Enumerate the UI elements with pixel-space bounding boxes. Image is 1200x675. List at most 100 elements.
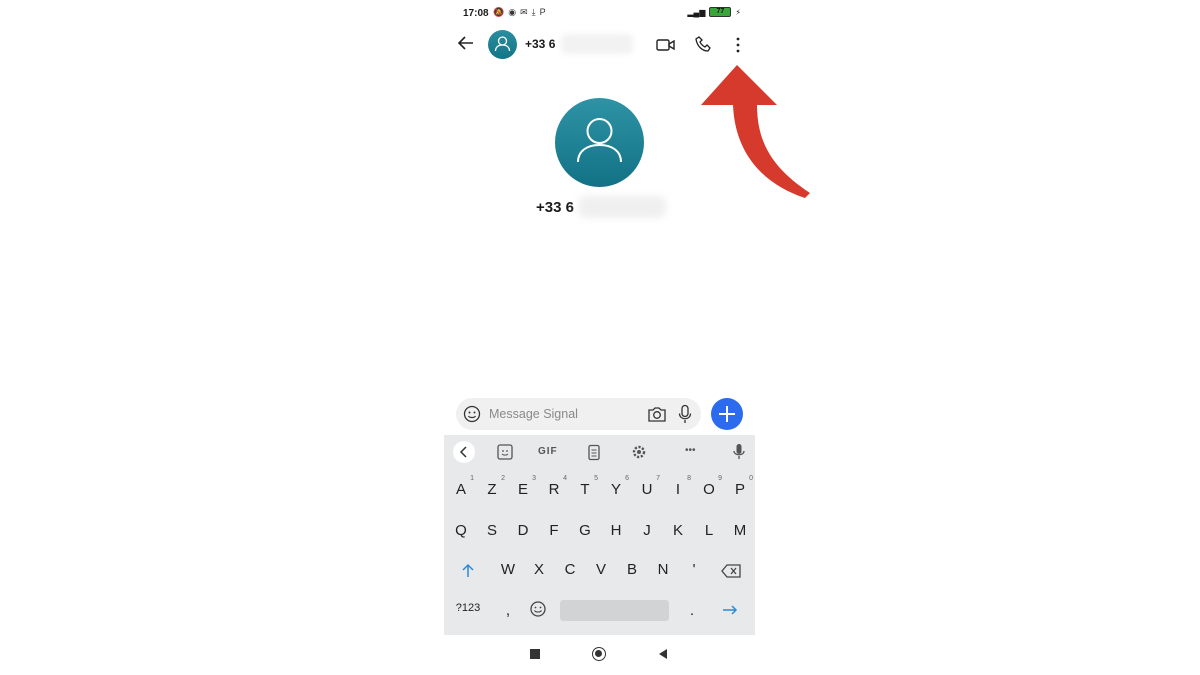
keyboard-collapse-button[interactable] — [453, 441, 475, 463]
shift-key[interactable] — [459, 562, 477, 580]
avatar-icon — [577, 118, 622, 163]
key-number-hint: 1 — [470, 475, 474, 482]
key-number-hint: 4 — [563, 475, 567, 482]
key-o[interactable]: O9 — [694, 475, 724, 498]
backspace-key[interactable] — [720, 563, 742, 579]
navigation-bar — [444, 635, 755, 675]
key-number-hint: 7 — [656, 475, 660, 482]
key-m[interactable]: M — [725, 522, 755, 539]
redacted-number — [578, 196, 666, 218]
home-icon[interactable] — [592, 647, 606, 661]
key-s[interactable]: S — [477, 522, 507, 539]
recents-icon[interactable] — [530, 649, 540, 659]
key-j[interactable]: J — [632, 522, 662, 539]
key-v[interactable]: V — [586, 561, 616, 578]
download-icon: ⤓ — [531, 7, 536, 17]
more-vertical-icon[interactable] — [727, 34, 749, 56]
gif-button[interactable]: GIF — [538, 446, 558, 457]
key-b[interactable]: B — [617, 561, 647, 578]
message-input[interactable]: Message Signal — [489, 407, 578, 421]
key-number-hint: 9 — [718, 475, 722, 482]
key-number-hint: 5 — [594, 475, 598, 482]
signal-icon: ▂▄▆ — [687, 7, 706, 17]
key-number-hint: 0 — [749, 475, 753, 482]
video-call-icon[interactable] — [655, 34, 677, 56]
key-letter: Y — [610, 481, 621, 498]
key-l[interactable]: L — [694, 522, 724, 539]
key-letter: O — [703, 481, 715, 498]
mail-icon: ✉ — [520, 7, 528, 17]
plus-icon — [719, 406, 735, 422]
key-g[interactable]: G — [570, 522, 600, 539]
profile-avatar[interactable] — [555, 98, 644, 187]
more-options-icon[interactable]: ••• — [685, 445, 696, 456]
key-t[interactable]: T5 — [570, 475, 600, 498]
key-e[interactable]: E3 — [508, 475, 538, 498]
pinterest-icon: P — [539, 7, 546, 17]
enter-arrow-icon[interactable] — [721, 603, 739, 617]
key-z[interactable]: Z2 — [477, 475, 507, 498]
emoji-key-icon[interactable] — [529, 600, 547, 618]
key-apostrophe[interactable]: ' — [679, 561, 709, 578]
annotation-arrow-icon — [701, 65, 810, 198]
key-letter: Z — [487, 481, 497, 498]
key-letter: I — [675, 481, 681, 498]
key-u[interactable]: U7 — [632, 475, 662, 498]
key-number-hint: 6 — [625, 475, 629, 482]
key-letter: E — [517, 481, 528, 498]
key-h[interactable]: H — [601, 522, 631, 539]
key-x[interactable]: X — [524, 561, 554, 578]
conversation-header: +33 6 — [444, 28, 755, 62]
charging-icon: ⚡ — [735, 7, 741, 17]
status-bar: 17:08 🔕 ◉ ✉ ⤓ P ▂▄▆ 77 ⚡ — [444, 0, 755, 26]
back-arrow-icon[interactable] — [456, 33, 476, 53]
key-letter: P — [734, 481, 745, 498]
period-key[interactable]: . — [677, 602, 707, 619]
key-d[interactable]: D — [508, 522, 538, 539]
key-p[interactable]: P0 — [725, 475, 755, 498]
compose-bar[interactable]: Message Signal — [456, 398, 701, 430]
status-icons: 🔕 ◉ ✉ ⤓ P — [493, 7, 546, 18]
avatar-icon — [494, 36, 511, 52]
key-letter: A — [455, 481, 466, 498]
messenger-icon: ◉ — [508, 7, 517, 17]
notification-off-icon: 🔕 — [493, 7, 505, 17]
key-k[interactable]: K — [663, 522, 693, 539]
keyboard: GIF ••• A1Z2E3R4T5Y6U7I8O9P0 QSDFGHJKLM … — [444, 435, 755, 635]
key-number-hint: 3 — [532, 475, 536, 482]
key-y[interactable]: Y6 — [601, 475, 631, 498]
phone-icon[interactable] — [693, 34, 715, 56]
emoji-icon[interactable] — [463, 405, 481, 423]
key-i[interactable]: I8 — [663, 475, 693, 498]
status-right: ▂▄▆ 77 ⚡ — [687, 7, 741, 17]
camera-icon[interactable] — [647, 405, 667, 423]
sticker-icon[interactable] — [494, 443, 516, 461]
profile-number: +33 6 — [536, 199, 574, 216]
key-number-hint: 2 — [501, 475, 505, 482]
key-f[interactable]: F — [539, 522, 569, 539]
settings-gear-icon[interactable] — [628, 443, 650, 461]
key-q[interactable]: Q — [446, 522, 476, 539]
nav-back-icon[interactable] — [657, 648, 669, 660]
key-w[interactable]: W — [493, 561, 523, 578]
contact-avatar[interactable] — [488, 30, 517, 59]
space-bar[interactable] — [560, 600, 669, 621]
key-c[interactable]: C — [555, 561, 585, 578]
status-time: 17:08 — [463, 8, 489, 19]
key-letter: R — [548, 481, 560, 498]
key-r[interactable]: R4 — [539, 475, 569, 498]
battery-icon: 77 — [709, 7, 732, 17]
attach-button[interactable] — [711, 398, 743, 430]
key-a[interactable]: A1 — [446, 475, 476, 498]
clipboard-icon[interactable] — [583, 443, 605, 461]
key-n[interactable]: N — [648, 561, 678, 578]
key-number-hint: 8 — [687, 475, 691, 482]
microphone-icon[interactable] — [677, 404, 693, 424]
voice-input-icon[interactable] — [728, 443, 750, 461]
contact-title[interactable]: +33 6 — [525, 37, 555, 51]
key-letter: T — [580, 481, 590, 498]
redacted-number — [561, 34, 633, 54]
comma-key[interactable]: , — [493, 602, 523, 619]
key-letter: U — [641, 481, 653, 498]
symbols-key[interactable]: ?123 — [453, 602, 483, 614]
